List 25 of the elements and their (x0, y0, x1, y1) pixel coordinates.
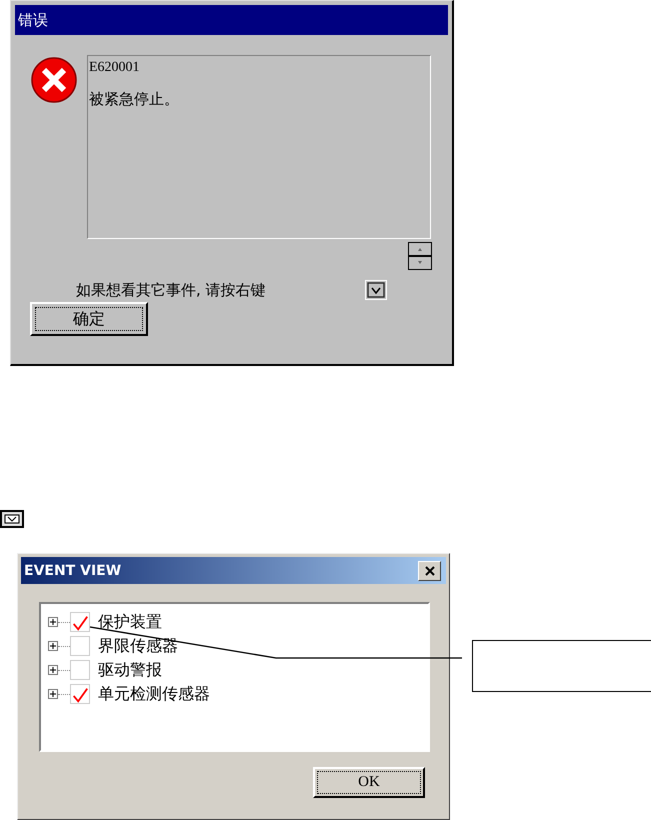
ok-button[interactable]: 确定 (30, 302, 148, 336)
checkbox[interactable] (70, 612, 90, 632)
tree-item[interactable]: 保护装置 (98, 612, 162, 632)
error-message: 被紧急停止。 (89, 90, 180, 109)
error-icon (29, 55, 79, 105)
expand-icon[interactable] (48, 641, 58, 651)
checkbox[interactable] (70, 684, 90, 704)
expand-icon[interactable] (48, 617, 58, 627)
window-title: 错误 (15, 5, 448, 35)
tree-item[interactable]: 单元检测传感器 (98, 684, 210, 704)
tree-item[interactable]: 驱动警报 (98, 660, 162, 680)
tree-item[interactable]: 界限传感器 (98, 636, 178, 656)
expand-icon[interactable] (48, 665, 58, 675)
expand-icon[interactable] (48, 689, 58, 699)
close-icon (424, 564, 436, 576)
checkbox[interactable] (70, 660, 90, 680)
dropdown-icon[interactable] (364, 280, 387, 300)
window-title: EVENT VIEW (24, 562, 122, 578)
error-code: E620001 (89, 60, 141, 76)
spin-buttons[interactable] (408, 242, 432, 270)
dropdown-icon (0, 510, 24, 528)
close-button[interactable] (418, 560, 441, 580)
hint-text: 如果想看其它事件, 请按右键 (76, 280, 266, 300)
checkbox[interactable] (70, 636, 90, 656)
ok-button[interactable]: OK (313, 767, 425, 798)
